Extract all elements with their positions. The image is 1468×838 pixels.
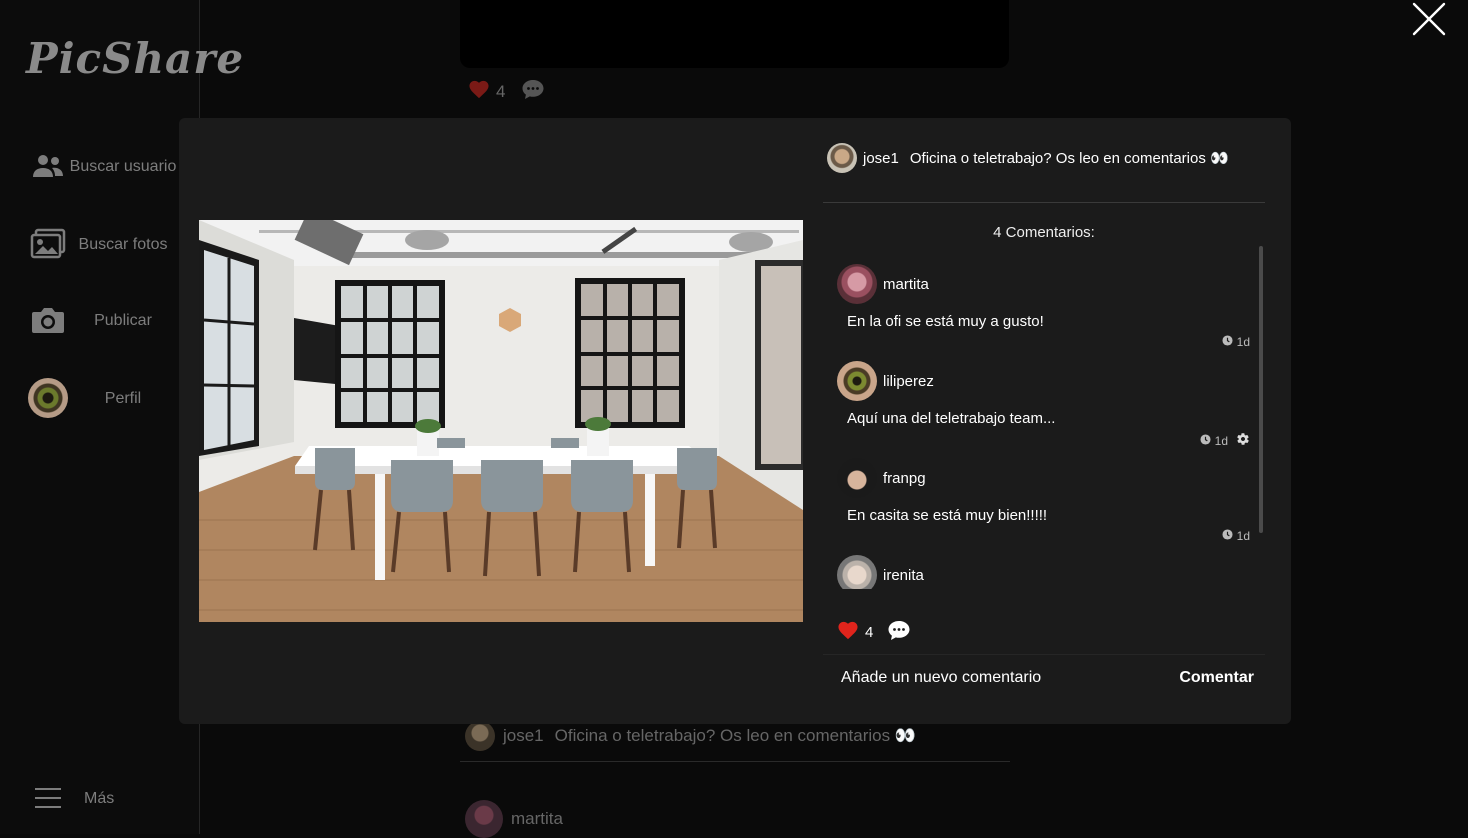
like-count: 4	[865, 623, 874, 641]
comment-item: martita En la ofi se está muy a gusto! 1…	[837, 263, 1261, 360]
comment-input[interactable]: Añade un nuevo comentario	[841, 669, 1179, 687]
post-header: jose1 Oficina o teletrabajo? Os leo en c…	[827, 143, 1229, 173]
comment-item: liliperez Aquí una del teletrabajo team.…	[837, 360, 1261, 457]
comment-text: Aquí una del teletrabajo team...	[847, 410, 1056, 427]
avatar[interactable]	[827, 143, 857, 173]
avatar	[465, 721, 495, 751]
feed-comment-header: martita	[465, 800, 563, 838]
app-logo[interactable]: PicShare	[26, 34, 244, 83]
comment-submit-button[interactable]: Comentar	[1179, 669, 1254, 687]
sidebar: PicShare Buscar usuario Buscar fotos Pub…	[0, 0, 243, 834]
post-modal: jose1 Oficina o teletrabajo? Os leo en c…	[179, 118, 1291, 724]
post-actions: 4	[837, 619, 911, 645]
post-caption: Oficina o teletrabajo? Os leo en comenta…	[909, 150, 1229, 167]
avatar[interactable]	[837, 264, 877, 304]
like-count: 4	[496, 81, 506, 101]
comment-icon[interactable]	[887, 619, 911, 645]
feed-post-user[interactable]: jose1	[503, 726, 544, 746]
comment-icon[interactable]	[521, 78, 545, 105]
sidebar-item-label: Perfil	[104, 389, 142, 407]
feed-post-caption: Oficina o teletrabajo? Os leo en comenta…	[554, 726, 916, 745]
comment-meta: 1d	[1200, 432, 1250, 449]
comment-item: irenita	[837, 554, 1261, 589]
sidebar-item-buscar-fotos[interactable]: Buscar fotos	[28, 218, 178, 270]
divider	[460, 761, 1010, 762]
menu-icon	[28, 778, 68, 818]
comments-scrollbar[interactable]	[1259, 246, 1263, 533]
comment-time: 1d	[1236, 335, 1250, 349]
comment-user[interactable]: martita	[883, 276, 929, 293]
close-icon[interactable]	[1410, 0, 1448, 38]
post-photo	[199, 220, 803, 622]
comment-item: franpg En casita se está muy bien!!!!! 1…	[837, 457, 1261, 554]
gear-icon[interactable]	[1236, 432, 1250, 449]
clock-icon	[1222, 335, 1233, 349]
sidebar-item-buscar-usuario[interactable]: Buscar usuario	[28, 140, 178, 192]
sidebar-item-label: Buscar fotos	[78, 235, 168, 253]
users-icon	[28, 146, 68, 186]
sidebar-item-label: Más	[84, 789, 115, 807]
comment-meta: 1d	[1222, 335, 1250, 349]
clock-icon	[1222, 529, 1233, 543]
comment-user[interactable]: liliperez	[883, 373, 934, 390]
avatar	[465, 800, 503, 838]
images-icon	[28, 224, 68, 264]
feed-post-actions: 4	[468, 78, 545, 105]
camera-icon	[28, 300, 68, 340]
sidebar-item-perfil[interactable]: Perfil	[28, 372, 178, 424]
avatar[interactable]	[837, 458, 877, 498]
avatar[interactable]	[837, 555, 877, 589]
post-user[interactable]: jose1	[863, 150, 899, 167]
avatar[interactable]	[837, 361, 877, 401]
clock-icon	[1200, 433, 1211, 448]
comments-count: 4 Comentarios:	[993, 224, 1095, 241]
feed-post-header: jose1 Oficina o teletrabajo? Os leo en c…	[465, 721, 916, 751]
comments-list[interactable]: martita En la ofi se está muy a gusto! 1…	[837, 263, 1261, 589]
feed-post-image	[460, 0, 1009, 68]
sidebar-item-label: Buscar usuario	[69, 157, 177, 175]
post-panel: jose1 Oficina o teletrabajo? Os leo en c…	[823, 118, 1265, 724]
comment-user[interactable]: franpg	[883, 470, 926, 487]
sidebar-item-publicar[interactable]: Publicar	[28, 294, 178, 346]
heart-icon[interactable]	[468, 79, 490, 104]
comment-time: 1d	[1214, 433, 1228, 448]
avatar	[28, 378, 68, 418]
comment-meta: 1d	[1222, 529, 1250, 543]
sidebar-item-label: Publicar	[94, 311, 152, 329]
add-comment-bar: Añade un nuevo comentario Comentar	[823, 654, 1265, 701]
comment-time: 1d	[1236, 529, 1250, 543]
comment-user[interactable]: irenita	[883, 567, 924, 584]
feed-comment-user[interactable]: martita	[511, 809, 563, 829]
comment-text: En casita se está muy bien!!!!!	[847, 507, 1048, 524]
heart-icon[interactable]	[837, 620, 859, 644]
comment-text: En la ofi se está muy a gusto!	[847, 313, 1044, 330]
divider	[823, 202, 1265, 203]
sidebar-item-mas[interactable]: Más	[28, 772, 178, 824]
